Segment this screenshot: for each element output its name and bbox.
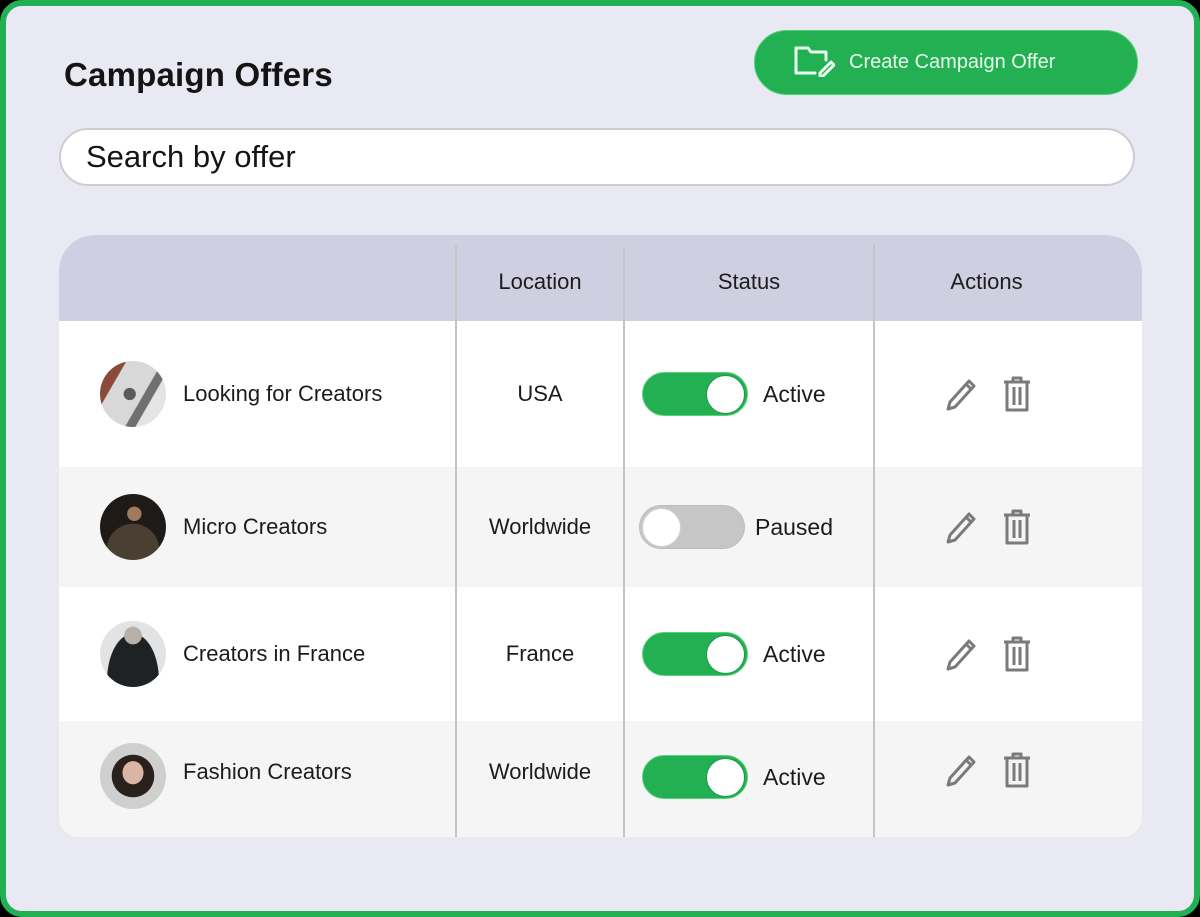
trash-icon[interactable] bbox=[1000, 375, 1034, 413]
table-row: Looking for Creators USA Active bbox=[59, 321, 1142, 467]
column-header-actions: Actions bbox=[950, 269, 1023, 294]
status-label: Active bbox=[763, 640, 826, 667]
folder-edit-icon bbox=[793, 43, 849, 83]
create-campaign-offer-button[interactable]: Create Campaign Offer bbox=[754, 30, 1138, 95]
page-title: Campaign Offers bbox=[64, 56, 333, 93]
offer-name[interactable]: Micro Creators bbox=[183, 514, 327, 540]
app-window: Campaign Offers Create Campaign Offer Se… bbox=[0, 0, 1200, 917]
offer-name[interactable]: Fashion Creators bbox=[183, 759, 352, 785]
offer-location: France bbox=[505, 641, 575, 666]
status-label: Active bbox=[763, 764, 826, 790]
table-row: Creators in France France Active bbox=[59, 587, 1142, 721]
pencil-icon[interactable] bbox=[944, 508, 978, 546]
pencil-icon[interactable] bbox=[944, 635, 978, 673]
column-header-name bbox=[59, 235, 456, 321]
avatar bbox=[100, 743, 166, 809]
search-input[interactable]: Search by offer bbox=[59, 128, 1135, 186]
pencil-icon[interactable] bbox=[944, 751, 978, 789]
trash-icon[interactable] bbox=[1000, 635, 1034, 673]
pencil-icon[interactable] bbox=[944, 375, 978, 413]
table-row: Fashion Creators Worldwide Active bbox=[59, 721, 1142, 837]
avatar bbox=[100, 361, 166, 427]
trash-icon[interactable] bbox=[1000, 751, 1034, 789]
column-divider bbox=[873, 245, 875, 837]
create-campaign-offer-label: Create Campaign Offer bbox=[849, 51, 1056, 73]
table-header: Location Status Actions bbox=[59, 235, 1142, 321]
avatar bbox=[100, 621, 166, 687]
status-toggle[interactable] bbox=[642, 755, 748, 799]
trash-icon[interactable] bbox=[1000, 508, 1034, 546]
offer-location: Worldwide bbox=[488, 514, 592, 539]
column-divider bbox=[455, 245, 457, 837]
offer-name[interactable]: Creators in France bbox=[183, 641, 365, 667]
campaign-offers-table: Location Status Actions Looking for Crea… bbox=[59, 235, 1142, 837]
offer-name[interactable]: Looking for Creators bbox=[183, 381, 382, 407]
offer-location: USA bbox=[517, 381, 563, 406]
column-header-status: Status bbox=[717, 269, 781, 294]
status-toggle[interactable] bbox=[642, 372, 748, 416]
status-toggle[interactable] bbox=[639, 505, 745, 549]
column-divider bbox=[623, 249, 625, 837]
search-placeholder: Search by offer bbox=[86, 139, 296, 174]
column-header-location: Location bbox=[498, 269, 582, 294]
avatar bbox=[100, 494, 166, 560]
status-label: Active bbox=[763, 380, 826, 407]
offer-location: Worldwide bbox=[488, 759, 592, 784]
status-toggle[interactable] bbox=[642, 632, 748, 676]
table-row: Micro Creators Worldwide Paused bbox=[59, 467, 1142, 587]
status-label: Paused bbox=[755, 513, 834, 540]
